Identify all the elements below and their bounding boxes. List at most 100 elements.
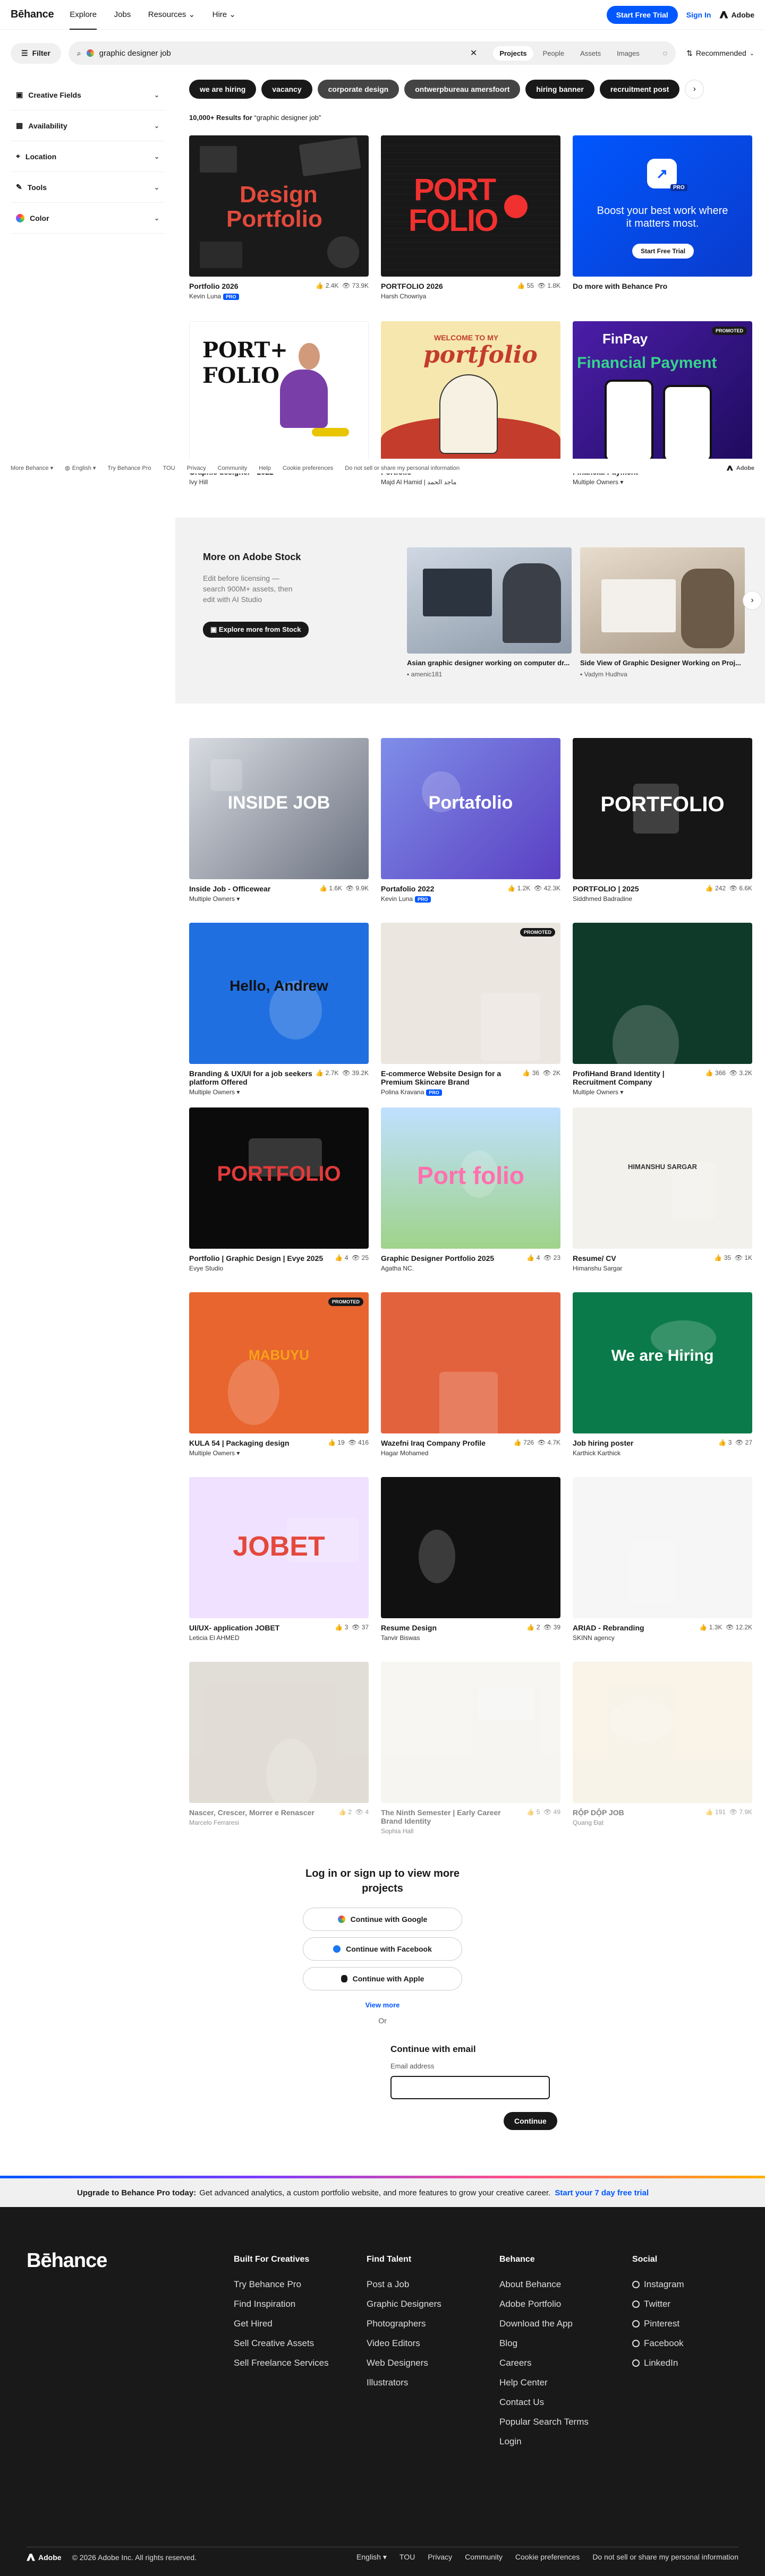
project-title[interactable]: Nascer, Crescer, Morrer e Renascer — [189, 1808, 314, 1817]
chip-hiring-banner[interactable]: hiring banner — [525, 80, 594, 99]
stock-caption[interactable]: Asian graphic designer working on comput… — [407, 659, 570, 667]
scope-projects[interactable]: Projects — [493, 46, 533, 61]
chip-corporate-design[interactable]: corporate design — [317, 80, 400, 99]
stock-next-arrow-icon[interactable]: › — [743, 591, 762, 610]
project-owner[interactable]: Leticia El AHMED — [189, 1634, 240, 1642]
project-thumbnail[interactable]: PROMOTED — [381, 923, 560, 1064]
project-thumbnail[interactable]: INSIDE JOB — [189, 738, 369, 879]
project-title[interactable]: E-commerce Website Design for a Premium … — [381, 1069, 519, 1086]
project-thumbnail[interactable]: PROMOTED FinPay Financial Payment — [573, 321, 752, 462]
project-title[interactable]: PORTFOLIO | 2025 — [573, 885, 639, 893]
stock-caption[interactable]: Side View of Graphic Designer Working on… — [580, 659, 741, 667]
project-owner[interactable]: SKINN agency — [573, 1634, 615, 1642]
footer-link[interactable]: Sell Creative Assets — [234, 2338, 329, 2349]
pro-promo-trial-button[interactable]: Start Free Trial — [632, 244, 694, 259]
continue-apple-button[interactable]: Continue with Apple — [303, 1967, 462, 1990]
project-title[interactable]: RỘP DỘP JOB — [573, 1808, 624, 1817]
search-input[interactable]: graphic designer job — [99, 49, 171, 58]
language-selector[interactable]: English ▾ — [72, 465, 96, 471]
stock-author[interactable]: ▪ Vadym Hudhva — [580, 671, 627, 678]
footer-logo[interactable]: Bēhance — [27, 2249, 107, 2272]
sidebar-item-availability[interactable]: ▦ Availability ⌄ — [11, 110, 165, 141]
project-owner[interactable]: Karthick Karthick — [573, 1449, 620, 1457]
footer-link[interactable]: Popular Search Terms — [499, 2417, 589, 2427]
project-title[interactable]: ARIAD - Rebranding — [573, 1624, 644, 1632]
project-thumbnail[interactable] — [381, 1662, 560, 1803]
project-title[interactable]: Wazefni Iraq Company Profile — [381, 1439, 486, 1447]
sign-in-link[interactable]: Sign In — [686, 11, 711, 19]
footer-tou-link[interactable]: TOU — [400, 2553, 415, 2562]
footer-link[interactable]: Download the App — [499, 2319, 589, 2329]
search-bar[interactable]: ⌕ graphic designer job ✕ Projects People… — [68, 41, 676, 65]
behance-pro-promo-card[interactable]: ↗ PRO Boost your best work where it matt… — [573, 135, 752, 290]
footer-link[interactable]: Instagram — [632, 2279, 684, 2290]
project-owner[interactable]: Agatha NC. — [381, 1265, 414, 1272]
project-owner[interactable]: Harsh Chowriya — [381, 293, 426, 300]
project-card[interactable]: HIMANSHU SARGAR Resume/ CV 👍 35 👁 1K Himans… — [573, 1107, 752, 1272]
project-card[interactable]: PROMOTED MABUYU KULA 54 | Packaging design… — [189, 1292, 369, 1457]
nav-resources[interactable]: Resources ⌄ — [148, 0, 195, 29]
footer-do-not-sell-link[interactable]: Do not sell or share my personal informa… — [592, 2553, 738, 2562]
footer-language-selector[interactable]: English ▾ — [356, 2553, 387, 2562]
project-card[interactable]: Portafolio Portafolio 2022 👍 1.2K 👁 42.3K K… — [381, 738, 560, 903]
sidebar-item-tools[interactable]: ✎ Tools ⌄ — [11, 172, 165, 203]
footer-link[interactable]: Blog — [499, 2338, 589, 2349]
project-card[interactable]: JOBET UI/UX- application JOBET 👍 3 👁 37 Let… — [189, 1477, 369, 1642]
view-more-link[interactable]: View more — [0, 2001, 765, 2009]
project-card[interactable]: ARIAD - Rebranding 👍 1.3K 👁 12.2K SKINN ag… — [573, 1477, 752, 1642]
continue-google-button[interactable]: Continue with Google — [303, 1908, 462, 1931]
project-card[interactable]: Nascer, Crescer, Morrer e Renascer 👍 2 👁 … — [189, 1662, 369, 1826]
chip-recruitment-post[interactable]: recruitment post — [599, 80, 680, 99]
scope-assets[interactable]: Assets — [574, 46, 607, 61]
help-link[interactable]: Help — [259, 465, 271, 471]
project-thumbnail[interactable] — [189, 1662, 369, 1803]
project-thumbnail[interactable]: We are Hiring — [573, 1292, 752, 1433]
adobe-link[interactable]: Adobe — [719, 11, 754, 19]
project-title[interactable]: Resume Design — [381, 1624, 437, 1632]
scope-people[interactable]: People — [537, 46, 571, 61]
project-owner[interactable]: Sophia Hall — [381, 1827, 413, 1835]
try-pro-link[interactable]: Try Behance Pro — [107, 465, 151, 471]
chips-next-arrow-icon[interactable]: › — [685, 80, 704, 99]
filter-button[interactable]: ☰ Filter — [11, 42, 61, 64]
project-owner[interactable]: Multiple Owners ▾ — [573, 1088, 623, 1096]
explore-stock-button[interactable]: ▣ Explore more from Stock — [203, 622, 309, 638]
project-title[interactable]: Portafolio 2022 — [381, 885, 434, 893]
footer-link[interactable]: Login — [499, 2436, 589, 2447]
project-card[interactable]: INSIDE JOB Inside Job - Officewear 👍 1.6K … — [189, 738, 369, 903]
footer-link[interactable]: About Behance — [499, 2279, 589, 2290]
project-card[interactable]: Resume Design 👍 2 👁 39 Tanvir Biswas — [381, 1477, 560, 1642]
project-card[interactable]: Hello, Andrew Branding & UX/UI for a job … — [189, 923, 369, 1096]
project-card[interactable]: PORTFOLIO PORTFOLIO | 2025 👍 242 👁 6.6K Sid… — [573, 738, 752, 903]
chip-vacancy[interactable]: vacancy — [261, 80, 312, 99]
footer-link[interactable]: Web Designers — [367, 2358, 441, 2368]
more-behance-link[interactable]: More Behance ▾ — [11, 465, 53, 471]
footer-link[interactable]: Twitter — [632, 2299, 684, 2309]
project-thumbnail[interactable]: PORTFOLIO — [573, 738, 752, 879]
project-thumbnail[interactable]: Portafolio — [381, 738, 560, 879]
project-owner[interactable]: Polina Kravana — [381, 1088, 424, 1096]
project-thumbnail[interactable]: HIMANSHU SARGAR — [573, 1107, 752, 1249]
project-title[interactable]: Inside Job - Officewear — [189, 885, 270, 893]
start-trial-button[interactable]: Start Free Trial — [606, 5, 678, 24]
sort-dropdown[interactable]: ⇅ Recommended ⌄ — [686, 49, 754, 58]
project-card[interactable]: The Ninth Semester | Early Career Brand … — [381, 1662, 560, 1835]
cookie-preferences-link[interactable]: Cookie preferences — [283, 465, 333, 471]
footer-link[interactable]: Find Inspiration — [234, 2299, 329, 2309]
project-title[interactable]: PORTFOLIO 2026 — [381, 282, 443, 290]
footer-link[interactable]: Facebook — [632, 2338, 684, 2349]
project-owner[interactable]: Quang Đạt — [573, 1819, 604, 1826]
stock-image[interactable] — [580, 547, 745, 654]
project-thumbnail[interactable]: PORTFOLIO — [189, 1107, 369, 1249]
project-title[interactable]: The Ninth Semester | Early Career Brand … — [381, 1808, 523, 1825]
footer-link[interactable]: Graphic Designers — [367, 2299, 441, 2309]
footer-link[interactable]: Try Behance Pro — [234, 2279, 329, 2290]
project-thumbnail[interactable]: Design Portfolio — [189, 135, 369, 277]
project-thumbnail[interactable]: Port folio — [381, 1107, 560, 1249]
footer-privacy-link[interactable]: Privacy — [428, 2553, 452, 2562]
footer-community-link[interactable]: Community — [465, 2553, 503, 2562]
project-owner[interactable]: Siddhmed Badradine — [573, 895, 632, 903]
project-title[interactable]: Resume/ CV — [573, 1254, 616, 1263]
project-thumbnail[interactable] — [573, 1662, 752, 1803]
pro-promo-thumbnail[interactable]: ↗ PRO Boost your best work where it matt… — [573, 135, 752, 277]
